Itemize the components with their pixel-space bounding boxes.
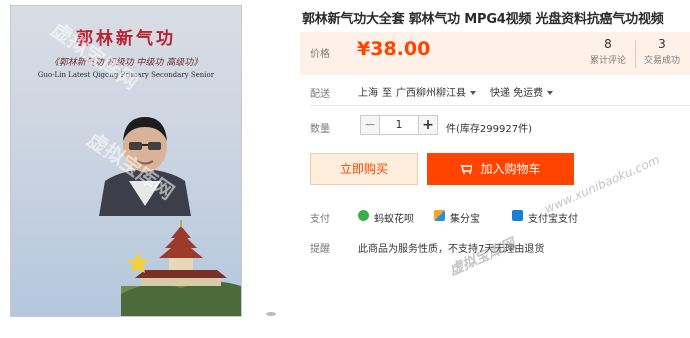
reviews-count: 8: [604, 37, 612, 51]
alipay-icon: [512, 210, 523, 221]
shipping-to: 至: [382, 88, 392, 99]
quantity-input[interactable]: 1: [380, 115, 418, 135]
add-to-cart-label: 加入购物车: [480, 162, 541, 176]
quantity-minus-button[interactable]: −: [360, 115, 380, 135]
payment-method-huabei: 蚂蚁花呗: [374, 214, 414, 225]
reviews-label: 累计评论: [589, 56, 626, 66]
shipping-from: 上海: [358, 88, 378, 99]
notice-label: 提醒: [310, 244, 330, 255]
jifenbao-icon: [434, 210, 445, 221]
quantity-plus-button[interactable]: +: [418, 115, 438, 135]
shipping-method: 快递 免运费: [490, 88, 544, 99]
cover-title: 郭林新气功: [76, 29, 176, 49]
stock-text: 件(库存299927件): [446, 124, 532, 135]
shipping-destination: 广西柳州柳江县: [396, 88, 466, 99]
price-box: 价格 ¥38.00 8 累计评论 3 交易成功: [300, 32, 690, 75]
divider: [310, 105, 690, 106]
payment-method-jifenbao: 集分宝: [450, 214, 480, 225]
divider-mark: [266, 312, 276, 316]
shipping-label: 配送: [310, 89, 330, 100]
product-image[interactable]: 郭林新气功 《郭林新气功 初级功 中级功 高级功》 Guo-Lin Latest…: [10, 5, 242, 317]
reviews-stat[interactable]: 8 累计评论: [583, 37, 633, 66]
sales-label: 交易成功: [643, 56, 680, 66]
cart-icon: [460, 165, 473, 174]
shipping-destination-select[interactable]: 广西柳州柳江县: [396, 84, 476, 99]
payment-label: 支付: [310, 214, 330, 225]
stat-divider: [635, 40, 636, 68]
product-title: 郭林新气功大全套 郭林气功 MPG4视频 光盘资料抗癌气功视频: [302, 12, 664, 27]
chevron-down-icon: [470, 91, 476, 95]
price-label: 价格: [310, 49, 330, 60]
quantity-label: 数量: [310, 124, 330, 135]
sales-stat: 3 交易成功: [637, 37, 687, 66]
huabei-icon: [358, 210, 369, 221]
buy-now-button[interactable]: 立即购买: [310, 153, 418, 185]
price-value: ¥38.00: [357, 38, 431, 60]
burst-badge-icon: [127, 252, 149, 273]
add-to-cart-button[interactable]: 加入购物车: [427, 153, 574, 185]
chevron-down-icon: [547, 91, 554, 95]
sales-count: 3: [658, 37, 666, 51]
shipping-method-select[interactable]: 快递 免运费: [490, 84, 554, 99]
